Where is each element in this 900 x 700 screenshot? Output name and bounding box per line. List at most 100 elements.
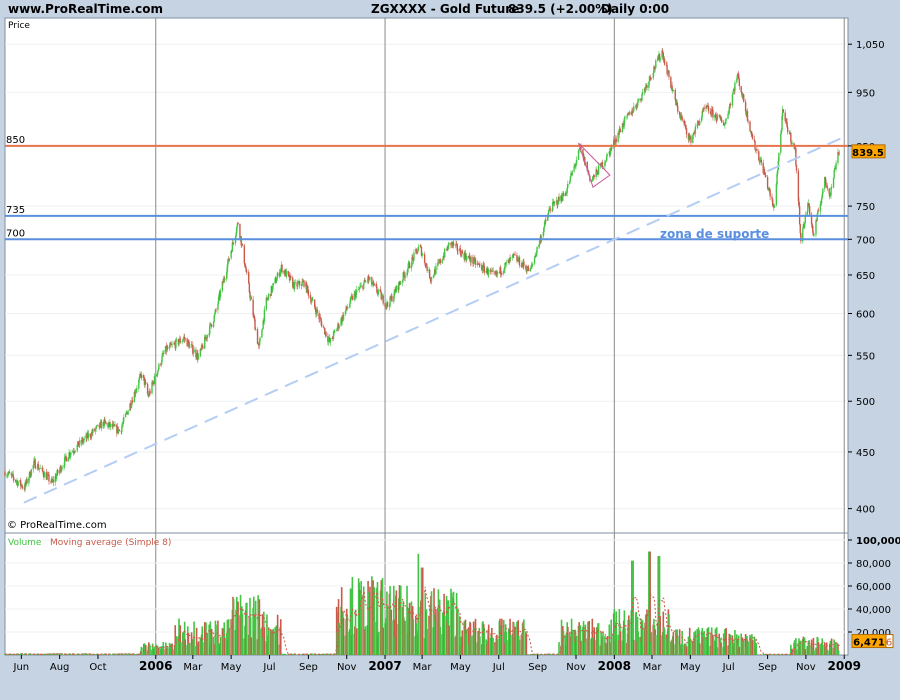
candle-body xyxy=(386,302,389,307)
price-tick-label: 750 xyxy=(856,202,875,213)
time-tick-label: Mar xyxy=(413,662,433,673)
candle-body xyxy=(694,126,697,134)
volume-bar xyxy=(668,613,670,655)
volume-bar xyxy=(808,644,811,655)
volume-bar xyxy=(417,553,420,655)
candle-body xyxy=(562,193,565,197)
volume-bar xyxy=(430,591,433,655)
candle-body xyxy=(732,91,734,95)
volume-bar xyxy=(61,654,63,655)
volume-bar xyxy=(443,615,446,655)
candle-body xyxy=(145,382,147,384)
volume-bar xyxy=(624,627,626,655)
time-tick-label: Sep xyxy=(528,662,547,673)
candle-body xyxy=(672,89,675,91)
volume-bar xyxy=(246,602,248,655)
volume-bar xyxy=(514,626,516,655)
candle-body xyxy=(822,188,824,194)
candle-body xyxy=(118,429,121,431)
candle-body xyxy=(224,279,226,280)
candle-body xyxy=(404,274,406,278)
candle-body xyxy=(835,162,837,170)
last-price-badge: 839.5 xyxy=(851,144,886,159)
time-tick-label: Nov xyxy=(796,662,816,673)
candle-body xyxy=(192,352,195,354)
volume-bar xyxy=(285,654,288,655)
candle-body xyxy=(549,208,551,211)
candle-body xyxy=(243,245,246,264)
candle-body xyxy=(791,143,793,145)
volume-legend-label: Volume xyxy=(8,538,42,548)
candle-body xyxy=(725,118,727,121)
candle-body xyxy=(734,82,736,91)
candle-body xyxy=(817,210,820,212)
candle-body xyxy=(685,124,687,129)
time-tick-label: Sep xyxy=(758,662,777,673)
candle-body xyxy=(127,410,129,415)
volume-bar xyxy=(492,637,494,655)
candle-body xyxy=(807,203,809,212)
candle-body xyxy=(320,321,323,327)
volume-axis-ticks: 20,00040,00060,00080,000100,000 xyxy=(848,536,900,639)
volume-bar xyxy=(52,654,55,655)
volume-bar xyxy=(509,634,512,655)
volume-bar xyxy=(835,642,837,655)
time-tick-label: Sep xyxy=(299,662,318,673)
volume-bar xyxy=(487,624,490,655)
volume-bar xyxy=(404,621,406,655)
support-zone-annotation: zona de suporte xyxy=(660,227,769,241)
candle-body xyxy=(381,296,383,300)
volume-bar xyxy=(813,650,815,655)
time-tick-label: May xyxy=(450,662,471,673)
candle-body xyxy=(378,289,380,292)
candle-body xyxy=(663,58,666,65)
candle-body xyxy=(168,345,171,349)
volume-bar xyxy=(479,636,481,655)
volume-bar xyxy=(822,644,824,655)
volume-bar xyxy=(391,620,393,655)
candle-body xyxy=(681,116,683,121)
candle-body xyxy=(819,204,822,212)
volume-bar xyxy=(457,608,459,655)
candle-body xyxy=(70,452,72,455)
price-tick-label: 700 xyxy=(856,235,875,246)
candle-body xyxy=(206,335,208,339)
time-tick-label: Mar xyxy=(183,662,203,673)
candle-body xyxy=(674,89,676,100)
volume-bar xyxy=(641,620,644,655)
candle-body xyxy=(39,468,41,469)
candle-body xyxy=(832,178,835,188)
volume-bar xyxy=(483,627,486,655)
volume-bar xyxy=(751,640,754,655)
candle-body xyxy=(342,314,345,320)
candle-body xyxy=(496,272,499,275)
volume-bar xyxy=(279,619,282,655)
volume-bar xyxy=(386,605,389,655)
volume-bar xyxy=(435,609,437,655)
volume-bar xyxy=(382,627,384,655)
candle-body xyxy=(114,424,116,427)
candle-body xyxy=(254,329,257,330)
candle-body xyxy=(690,136,692,143)
volume-bar xyxy=(39,653,41,655)
volume-bar xyxy=(360,581,362,655)
volume-bar xyxy=(698,643,701,655)
candle-body xyxy=(30,469,33,476)
time-tick-label: 2007 xyxy=(368,659,401,673)
volume-bar xyxy=(175,636,178,655)
volume-bar xyxy=(712,635,714,655)
volume-bar xyxy=(338,623,340,655)
candle-body xyxy=(731,94,734,106)
volume-bar xyxy=(153,646,156,655)
candle-body xyxy=(202,346,204,349)
candle-body xyxy=(536,247,538,253)
volume-bar xyxy=(602,631,604,655)
candle-body xyxy=(825,181,827,187)
price-tick-label: 450 xyxy=(856,448,875,459)
candle-body xyxy=(575,159,578,163)
candle-body xyxy=(26,479,28,484)
last-volume-badge-text: 6,471 xyxy=(853,638,885,649)
candle-body xyxy=(624,116,626,118)
candle-body xyxy=(646,85,648,88)
candle-body xyxy=(294,282,296,284)
